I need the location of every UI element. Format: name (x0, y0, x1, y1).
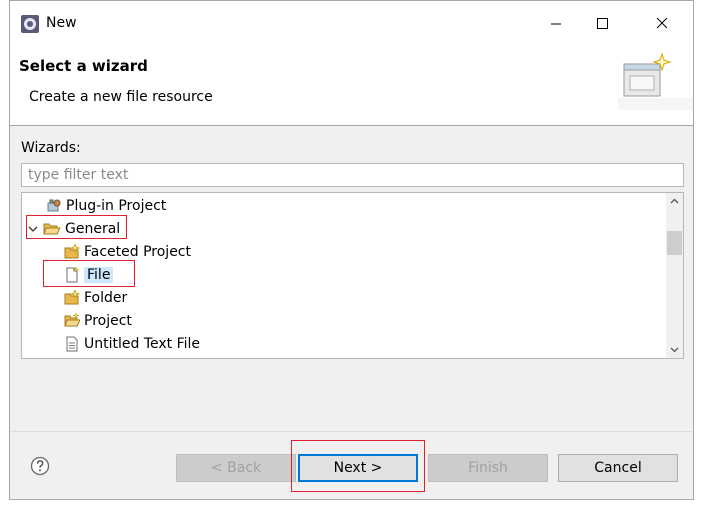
tree-item-label: Faceted Project (84, 243, 191, 260)
plugin-project-icon (47, 199, 61, 211)
minimize-icon (551, 23, 561, 25)
tree-item-project[interactable]: Project (64, 309, 132, 332)
tree-vertical-scrollbar[interactable] (666, 193, 683, 358)
cancel-button[interactable]: Cancel (558, 454, 678, 482)
tree-item-label: General (65, 220, 121, 237)
tree-item-label: Project (84, 312, 132, 329)
tree-item-general[interactable]: General (27, 217, 120, 240)
tree-item-file[interactable]: File (64, 263, 114, 286)
back-button[interactable]: < Back (176, 454, 296, 482)
tree-item-folder[interactable]: Folder (64, 286, 127, 309)
wizard-content: Wizards: Plug-in Project General (10, 126, 693, 431)
faceted-project-icon (64, 243, 80, 258)
new-wizard-dialog: New Select a wizard Create a new file re… (9, 0, 694, 500)
folder-icon (64, 289, 80, 304)
tree-item-label: Folder (84, 289, 128, 306)
maximize-icon (597, 18, 608, 29)
eclipse-app-icon (21, 15, 39, 33)
tree-item-faceted-project[interactable]: Faceted Project (64, 240, 191, 263)
button-bar: < Back Next > Finish Cancel (10, 431, 693, 499)
folder-open-icon (43, 223, 61, 234)
text-file-icon (66, 336, 78, 351)
page-title: Select a wizard (19, 57, 148, 75)
tree-item-untitled-text-file[interactable]: Untitled Text File (64, 332, 200, 355)
tree-item-label: File (84, 266, 114, 283)
window-title: New (46, 15, 77, 31)
scroll-down-icon[interactable] (666, 341, 683, 358)
minimize-button[interactable] (533, 1, 579, 45)
scrollbar-thumb[interactable] (667, 231, 682, 255)
new-wizard-banner-icon (618, 52, 693, 110)
filter-input[interactable] (21, 163, 684, 187)
close-button[interactable] (639, 1, 685, 45)
tree-item-plugin-project[interactable]: Plug-in Project (46, 194, 166, 217)
finish-button[interactable]: Finish (428, 454, 548, 482)
scroll-up-icon[interactable] (666, 193, 683, 210)
project-icon (64, 312, 80, 326)
chevron-down-icon[interactable] (27, 221, 39, 237)
close-icon (656, 17, 668, 29)
next-button[interactable]: Next > (298, 454, 418, 482)
tree-item-label: Plug-in Project (66, 197, 167, 214)
page-description: Create a new file resource (29, 89, 213, 105)
wizard-tree[interactable]: Plug-in Project General Faceted Project (21, 192, 684, 359)
help-icon[interactable] (30, 456, 50, 476)
tree-item-label: Untitled Text File (84, 335, 201, 352)
wizards-label: Wizards: (21, 140, 81, 156)
title-bar[interactable]: New (10, 1, 693, 45)
maximize-button[interactable] (579, 1, 625, 45)
file-icon (66, 266, 80, 282)
wizard-banner: Select a wizard Create a new file resour… (10, 45, 693, 126)
